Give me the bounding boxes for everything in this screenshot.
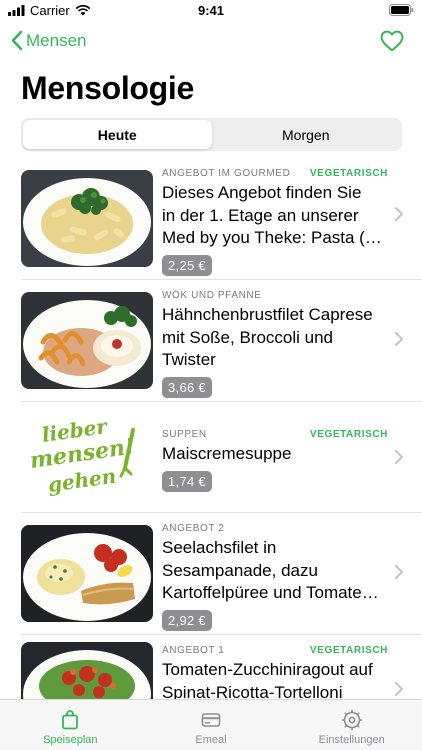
chevron-right-icon xyxy=(394,448,404,471)
gear-icon xyxy=(341,709,362,731)
chevron-left-icon xyxy=(11,30,23,51)
chevron-right-icon xyxy=(394,330,404,353)
meal-info: WOK UND PFANNE Hähnchenbrustfilet Capres… xyxy=(162,290,388,398)
price-badge: 2,25 € xyxy=(162,254,212,276)
meal-title: Dieses Angebot finden Sie in der 1. Etag… xyxy=(162,182,388,250)
meal-title-line: Maiscremesuppe xyxy=(162,444,292,463)
meal-title: Seelachsfilet in Sesampanade, dazu Karto… xyxy=(162,537,388,605)
price-badge: 3,66 € xyxy=(162,376,212,398)
chevron-right-icon xyxy=(394,205,404,228)
segment-heute[interactable]: Heute xyxy=(23,120,212,149)
bag-icon xyxy=(62,710,79,730)
meal-photo-seelachsfilet xyxy=(21,525,153,622)
meal-info: ANGEBOT 2 Seelachsfilet in Sesampanade, … xyxy=(162,523,388,631)
tab-label: Speiseplan xyxy=(43,734,98,746)
meal-info: ANGEBOT IM GOURMED VEGETARISCH Dieses An… xyxy=(162,168,388,276)
meal-title-line: in der 1. Etage an unserer xyxy=(162,205,359,225)
tab-einstellungen[interactable]: Einstellungen xyxy=(281,700,422,750)
meal-title-line: mit Soße, Broccoli und xyxy=(162,327,334,347)
favorite-button[interactable] xyxy=(380,30,404,57)
meal-info: SUPPEN VEGETARISCH Maiscremesuppe 1,74 € xyxy=(162,429,388,492)
back-button[interactable]: Mensen xyxy=(10,30,86,51)
meal-row-seelachsfilet[interactable]: ANGEBOT 2 Seelachsfilet in Sesampanade, … xyxy=(0,513,422,635)
meal-row-tortelloni[interactable]: ANGEBOT 1 VEGETARISCH Tomaten-Zucchinira… xyxy=(0,635,422,699)
page-title: Mensologie xyxy=(21,70,195,106)
meal-title-line: Dieses Angebot finden Sie xyxy=(162,183,362,202)
battery-icon xyxy=(389,4,414,19)
meal-row-haehnchen[interactable]: WOK UND PFANNE Hähnchenbrustfilet Capres… xyxy=(0,280,422,402)
tab-label: Emeal xyxy=(195,734,227,746)
status-time: 9:41 xyxy=(197,3,225,18)
meal-title: Tomaten-Zucchiniragout auf Spinat-Ricott… xyxy=(162,659,388,699)
chevron-right-icon xyxy=(394,680,404,699)
vegetarian-badge: VEGETARISCH xyxy=(309,168,388,179)
vegetarian-badge: VEGETARISCH xyxy=(309,645,388,656)
status-bar: Carrier 9:41 xyxy=(0,0,422,22)
meal-category: ANGEBOT 2 xyxy=(162,523,225,534)
meal-photo-tortelloni xyxy=(21,642,153,699)
day-segmented-control: Heute Morgen xyxy=(21,118,402,151)
chevron-right-icon xyxy=(394,563,404,586)
navigation-bar: Mensen xyxy=(0,26,422,60)
card-icon xyxy=(201,713,221,727)
price-badge: 2,92 € xyxy=(162,609,212,631)
meal-info: ANGEBOT 1 VEGETARISCH Tomaten-Zucchinira… xyxy=(162,645,388,699)
meal-photo-pasta xyxy=(21,170,153,267)
meal-title: Maiscremesuppe xyxy=(162,443,388,466)
meal-title-line: Seelachsfilet in xyxy=(162,538,277,557)
tab-emeal[interactable]: Emeal xyxy=(141,700,282,750)
vegetarian-badge: VEGETARISCH xyxy=(309,429,388,440)
heart-outline-icon xyxy=(380,30,404,52)
meal-title-line: Med by you Theke: Pasta (… xyxy=(162,228,382,247)
mensa-logo-image: lieber mensen! gehen xyxy=(21,410,153,507)
meal-title-line: Tomaten-Zucchiniragout auf xyxy=(162,660,373,679)
price-badge: 1,74 € xyxy=(162,470,212,492)
meal-title-line: Kartoffelpüree und Tomate… xyxy=(162,583,379,602)
meal-list: ANGEBOT IM GOURMED VEGETARISCH Dieses An… xyxy=(0,158,422,699)
meal-title-line: Spinat-Ricotta-Tortelloni xyxy=(162,682,343,700)
tab-label: Einstellungen xyxy=(318,734,385,746)
tab-speiseplan[interactable]: Speiseplan xyxy=(0,700,141,750)
back-button-label: Mensen xyxy=(26,30,87,50)
segment-morgen[interactable]: Morgen xyxy=(212,120,401,149)
tab-bar: Speiseplan Emeal Einstellungen xyxy=(0,699,422,750)
meal-title-line: Twister xyxy=(162,350,216,369)
meal-row-pasta[interactable]: ANGEBOT IM GOURMED VEGETARISCH Dieses An… xyxy=(0,158,422,280)
meal-title-line: Sesampanade, dazu xyxy=(162,560,318,580)
meal-photo-haehnchen xyxy=(21,292,153,389)
meal-title-line: Hähnchenbrustfilet Caprese xyxy=(162,305,373,324)
meal-title: Hähnchenbrustfilet Caprese mit Soße, Bro… xyxy=(162,304,388,372)
meal-category: WOK UND PFANNE xyxy=(162,290,262,301)
meal-row-maiscremesuppe[interactable]: lieber mensen! gehen SUPPEN VEGETARISCH … xyxy=(0,402,422,513)
